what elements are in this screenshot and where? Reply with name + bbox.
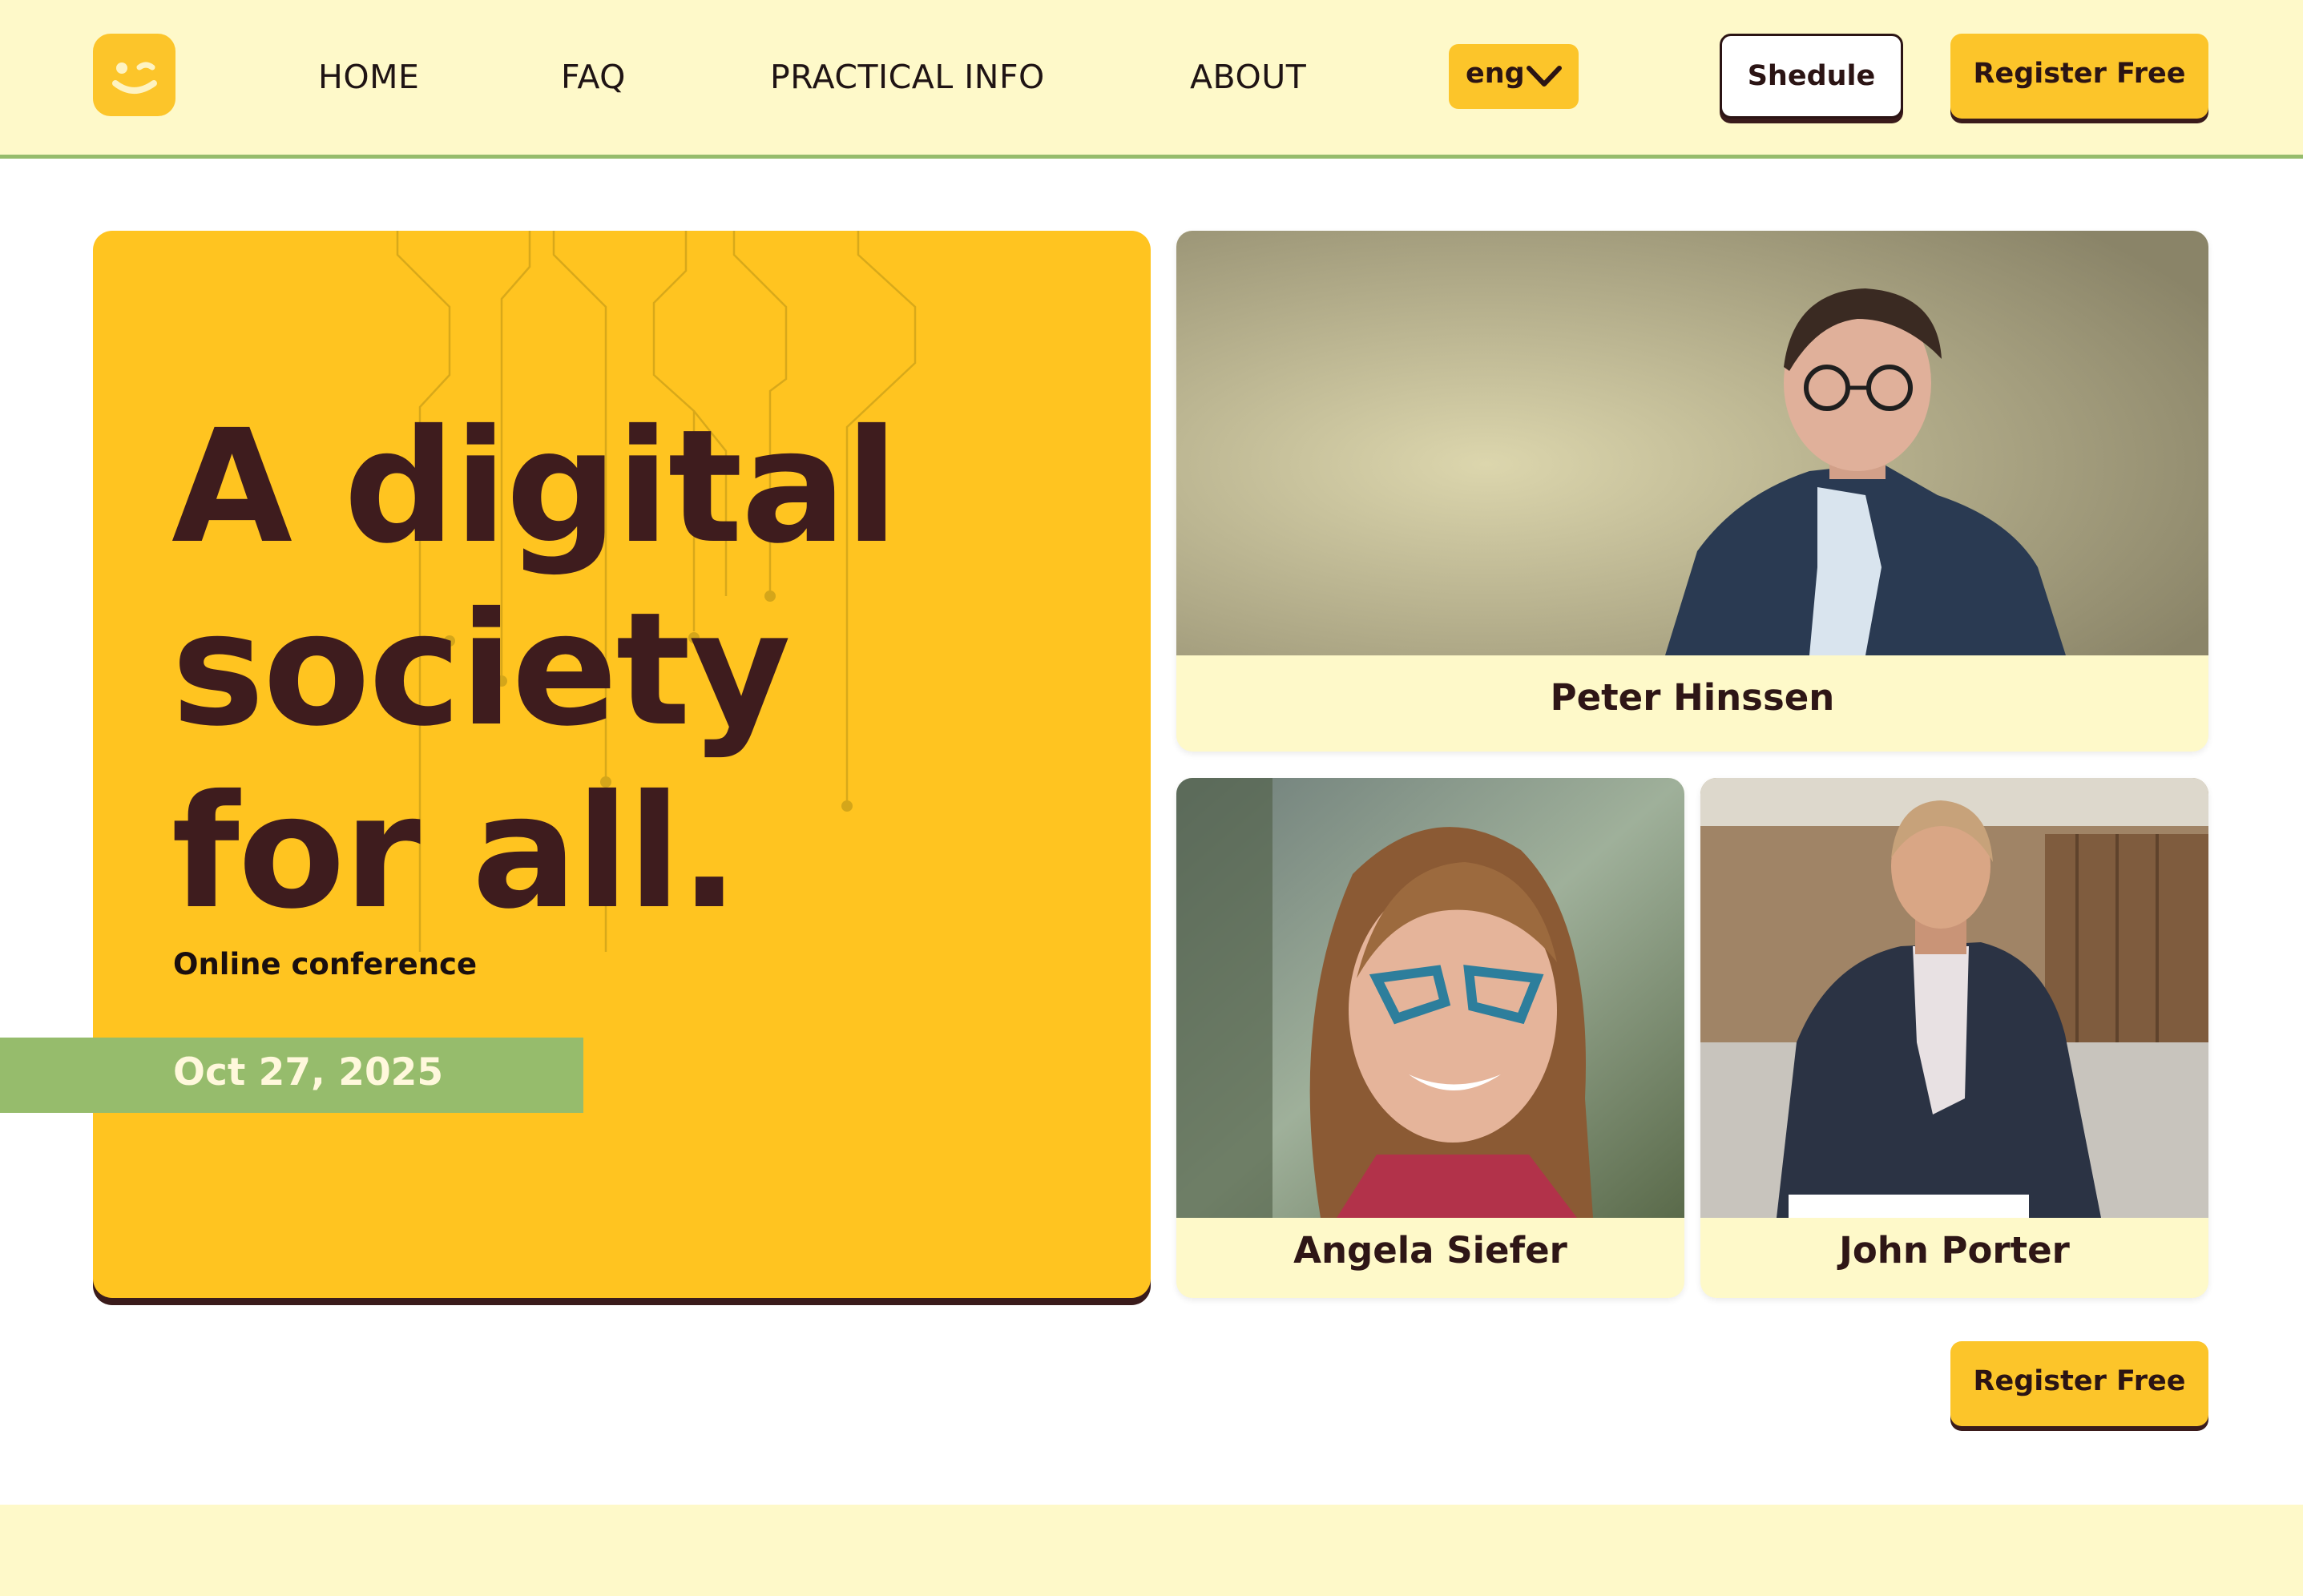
register-free-button-cta[interactable]: Register Free <box>1950 1341 2208 1426</box>
speaker-name: John Porter <box>1839 1229 2070 1272</box>
hero-title-line-1: A digital <box>171 396 898 578</box>
speaker-photo <box>1176 231 2208 655</box>
hero-title-line-2: society <box>171 578 791 760</box>
nav-practical-info[interactable]: PRACTICAL INFO <box>770 54 1045 99</box>
speaker-photo <box>1176 778 1684 1218</box>
language-select[interactable]: eng <box>1449 44 1579 109</box>
speaker-card-angela-siefer[interactable]: Angela Siefer <box>1176 778 1684 1298</box>
nav-faq[interactable]: FAQ <box>561 54 626 99</box>
schedule-button[interactable]: Shedule <box>1720 34 1903 119</box>
logo-winking-smiley-icon[interactable] <box>93 34 175 116</box>
event-date: Oct 27, 2025 <box>173 1050 444 1094</box>
hero-title: A digital society for all. <box>171 396 973 944</box>
hero-title-line-3: for all. <box>171 761 739 943</box>
speaker-name: Peter Hinssen <box>1550 676 1835 719</box>
speaker-card-john-porter[interactable]: John Porter <box>1700 778 2208 1298</box>
register-free-button-header[interactable]: Register Free <box>1950 34 2208 119</box>
speaker-photo <box>1700 778 2208 1218</box>
hero-card: A digital society for all. Online confer… <box>93 231 1151 1298</box>
speaker-card-peter-hinssen[interactable]: Peter Hinssen <box>1176 231 2208 752</box>
hero-subtitle: Online conference <box>173 947 478 981</box>
nav-about[interactable]: ABOUT <box>1190 54 1306 99</box>
footer-strip <box>0 1505 2303 1596</box>
date-banner: Oct 27, 2025 <box>0 1038 583 1113</box>
nav-home[interactable]: HOME <box>318 54 419 99</box>
chevron-down-icon <box>1527 66 1562 87</box>
speaker-name: Angela Siefer <box>1293 1229 1567 1272</box>
language-value: eng <box>1466 58 1525 90</box>
site-header: HOME FAQ PRACTICAL INFO ABOUT eng Shedul… <box>0 0 2303 159</box>
